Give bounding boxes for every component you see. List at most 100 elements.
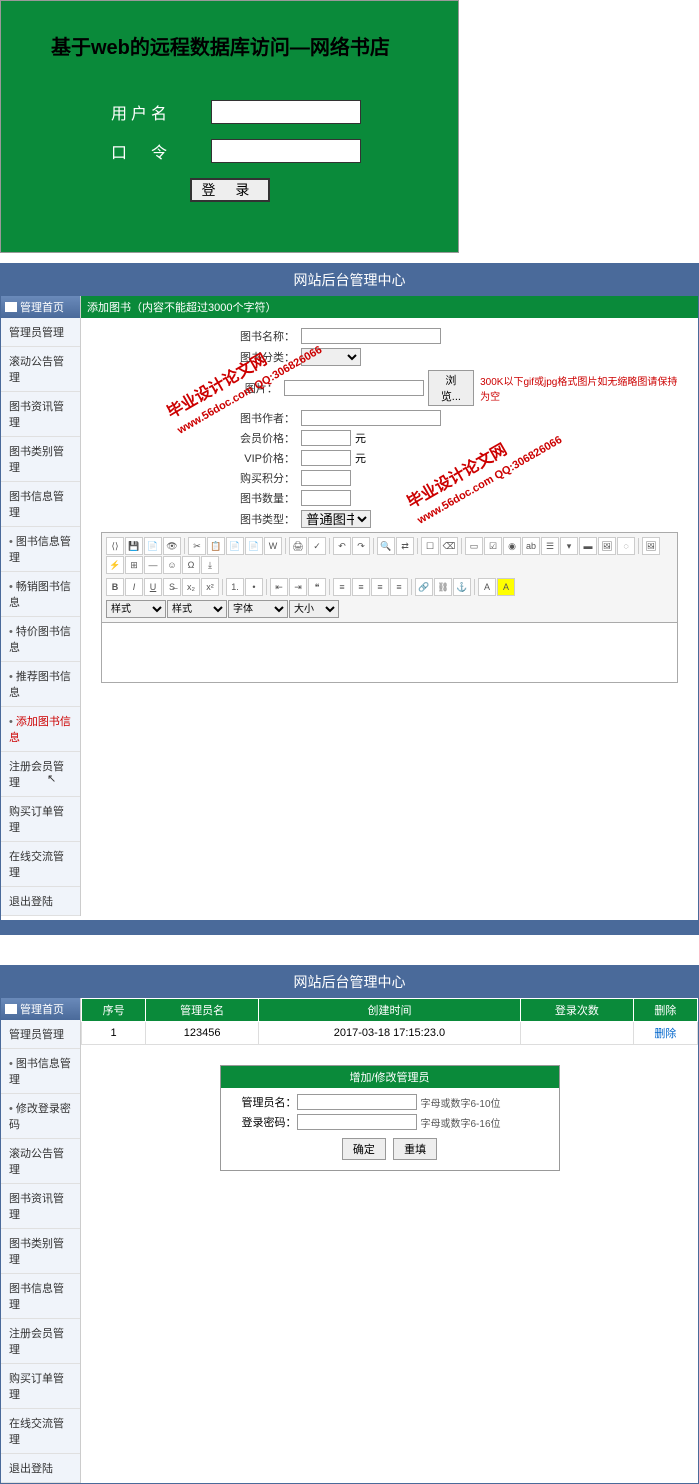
checkbox-icon[interactable]: ☑ — [484, 537, 502, 555]
style-select[interactable]: 样式 — [106, 600, 166, 618]
bold-icon[interactable]: B — [106, 578, 124, 596]
outdent-icon[interactable]: ⇤ — [270, 578, 288, 596]
sidebar-item[interactable]: 特价图书信息 — [1, 617, 80, 662]
table-cell[interactable]: 删除 — [633, 1022, 697, 1045]
save-icon[interactable]: 💾 — [125, 537, 143, 555]
size-select[interactable]: 大小 — [289, 600, 339, 618]
radio-icon[interactable]: ◉ — [503, 537, 521, 555]
sidebar-item[interactable]: 注册会员管理↖ — [1, 752, 80, 797]
pagebreak-icon[interactable]: ⤓ — [201, 556, 219, 574]
sidebar-item[interactable]: 图书类别管理 — [1, 437, 80, 482]
sidebar-item[interactable]: 添加图书信息 — [1, 707, 80, 752]
form-icon[interactable]: ▭ — [465, 537, 483, 555]
sidebar-item[interactable]: 注册会员管理 — [1, 1319, 80, 1364]
book-author-input[interactable] — [301, 410, 441, 426]
find-icon[interactable]: 🔍 — [377, 537, 395, 555]
sidebar-item[interactable]: 退出登陆 — [1, 1454, 80, 1483]
type-select[interactable]: 普通图书 — [301, 510, 371, 528]
select-icon[interactable]: ▾ — [560, 537, 578, 555]
paste-text-icon[interactable]: 📄 — [245, 537, 263, 555]
replace-icon[interactable]: ⇄ — [396, 537, 414, 555]
password-input[interactable] — [211, 139, 361, 163]
button-icon[interactable]: ▬ — [579, 537, 597, 555]
member-price-input[interactable] — [301, 430, 351, 446]
cut-icon[interactable]: ✂ — [188, 537, 206, 555]
italic-icon[interactable]: I — [125, 578, 143, 596]
align-left-icon[interactable]: ≡ — [333, 578, 351, 596]
reset-button[interactable]: 重填 — [393, 1138, 437, 1160]
sidebar-item[interactable]: 购买订单管理 — [1, 797, 80, 842]
paste-word-icon[interactable]: W — [264, 537, 282, 555]
flash-icon[interactable]: ⚡ — [106, 556, 124, 574]
sup-icon[interactable]: x² — [201, 578, 219, 596]
book-image-input[interactable] — [284, 380, 424, 396]
ol-icon[interactable]: 1. — [226, 578, 244, 596]
paste-icon[interactable]: 📄 — [226, 537, 244, 555]
sidebar-item[interactable]: 购买订单管理 — [1, 1364, 80, 1409]
sidebar-item[interactable]: 图书信息管理 — [1, 527, 80, 572]
format-select[interactable]: 样式 — [167, 600, 227, 618]
link-icon[interactable]: 🔗 — [415, 578, 433, 596]
smiley-icon[interactable]: ☺ — [163, 556, 181, 574]
sidebar-item[interactable]: 在线交流管理 — [1, 1409, 80, 1454]
align-justify-icon[interactable]: ≡ — [390, 578, 408, 596]
blockquote-icon[interactable]: ❝ — [308, 578, 326, 596]
sidebar-header-2[interactable]: 管理首页 — [1, 998, 80, 1020]
hidden-icon[interactable]: ◌ — [617, 537, 635, 555]
ul-icon[interactable]: • — [245, 578, 263, 596]
redo-icon[interactable]: ↷ — [352, 537, 370, 555]
sidebar-item[interactable]: 在线交流管理 — [1, 842, 80, 887]
admin-name-input[interactable] — [297, 1094, 417, 1110]
textcolor-icon[interactable]: A — [478, 578, 496, 596]
indent-icon[interactable]: ⇥ — [289, 578, 307, 596]
image-icon[interactable]: 🖼 — [642, 537, 660, 555]
textarea-icon[interactable]: ☰ — [541, 537, 559, 555]
copy-icon[interactable]: 📋 — [207, 537, 225, 555]
points-input[interactable] — [301, 470, 351, 486]
sidebar-item[interactable]: 图书资讯管理 — [1, 392, 80, 437]
sidebar-item[interactable]: 图书类别管理 — [1, 1229, 80, 1274]
sidebar-item[interactable]: 图书信息管理 — [1, 1274, 80, 1319]
sidebar-header-1[interactable]: 管理首页 — [1, 296, 80, 318]
selectall-icon[interactable]: ☐ — [421, 537, 439, 555]
textfield-icon[interactable]: ab — [522, 537, 540, 555]
font-select[interactable]: 字体 — [228, 600, 288, 618]
undo-icon[interactable]: ↶ — [333, 537, 351, 555]
admin-pwd-input[interactable] — [297, 1114, 417, 1130]
unlink-icon[interactable]: ⛓ — [434, 578, 452, 596]
login-button[interactable]: 登 录 — [190, 178, 270, 202]
new-icon[interactable]: 📄 — [144, 537, 162, 555]
sidebar-item[interactable]: 畅销图书信息 — [1, 572, 80, 617]
strike-icon[interactable]: S̶ — [163, 578, 181, 596]
sidebar-item[interactable]: 图书信息管理 — [1, 482, 80, 527]
print-icon[interactable]: 🖨 — [289, 537, 307, 555]
spell-icon[interactable]: ✓ — [308, 537, 326, 555]
sidebar-item[interactable]: 图书信息管理 — [1, 1049, 80, 1094]
table-icon[interactable]: ⊞ — [125, 556, 143, 574]
sidebar-item[interactable]: 滚动公告管理 — [1, 347, 80, 392]
sidebar-item[interactable]: 图书资讯管理 — [1, 1184, 80, 1229]
specialchar-icon[interactable]: Ω — [182, 556, 200, 574]
align-center-icon[interactable]: ≡ — [352, 578, 370, 596]
sidebar-item[interactable]: 管理员管理 — [1, 318, 80, 347]
underline-icon[interactable]: U — [144, 578, 162, 596]
sidebar-item[interactable]: 推荐图书信息 — [1, 662, 80, 707]
anchor-icon[interactable]: ⚓ — [453, 578, 471, 596]
browse-button[interactable]: 浏览... — [428, 370, 474, 406]
hr-icon[interactable]: — — [144, 556, 162, 574]
book-name-input[interactable] — [301, 328, 441, 344]
confirm-button[interactable]: 确定 — [342, 1138, 386, 1160]
quantity-input[interactable] — [301, 490, 351, 506]
editor-body[interactable] — [101, 623, 678, 683]
bgcolor-icon[interactable]: A — [497, 578, 515, 596]
source-icon[interactable]: ⟨⟩ — [106, 537, 124, 555]
username-input[interactable] — [211, 100, 361, 124]
sidebar-item[interactable]: 退出登陆 — [1, 887, 80, 916]
sidebar-item[interactable]: 滚动公告管理 — [1, 1139, 80, 1184]
imagebutton-icon[interactable]: 🖼 — [598, 537, 616, 555]
vip-price-input[interactable] — [301, 450, 351, 466]
preview-icon[interactable]: 👁 — [163, 537, 181, 555]
book-category-select[interactable] — [301, 348, 361, 366]
align-right-icon[interactable]: ≡ — [371, 578, 389, 596]
sidebar-item[interactable]: 修改登录密码 — [1, 1094, 80, 1139]
